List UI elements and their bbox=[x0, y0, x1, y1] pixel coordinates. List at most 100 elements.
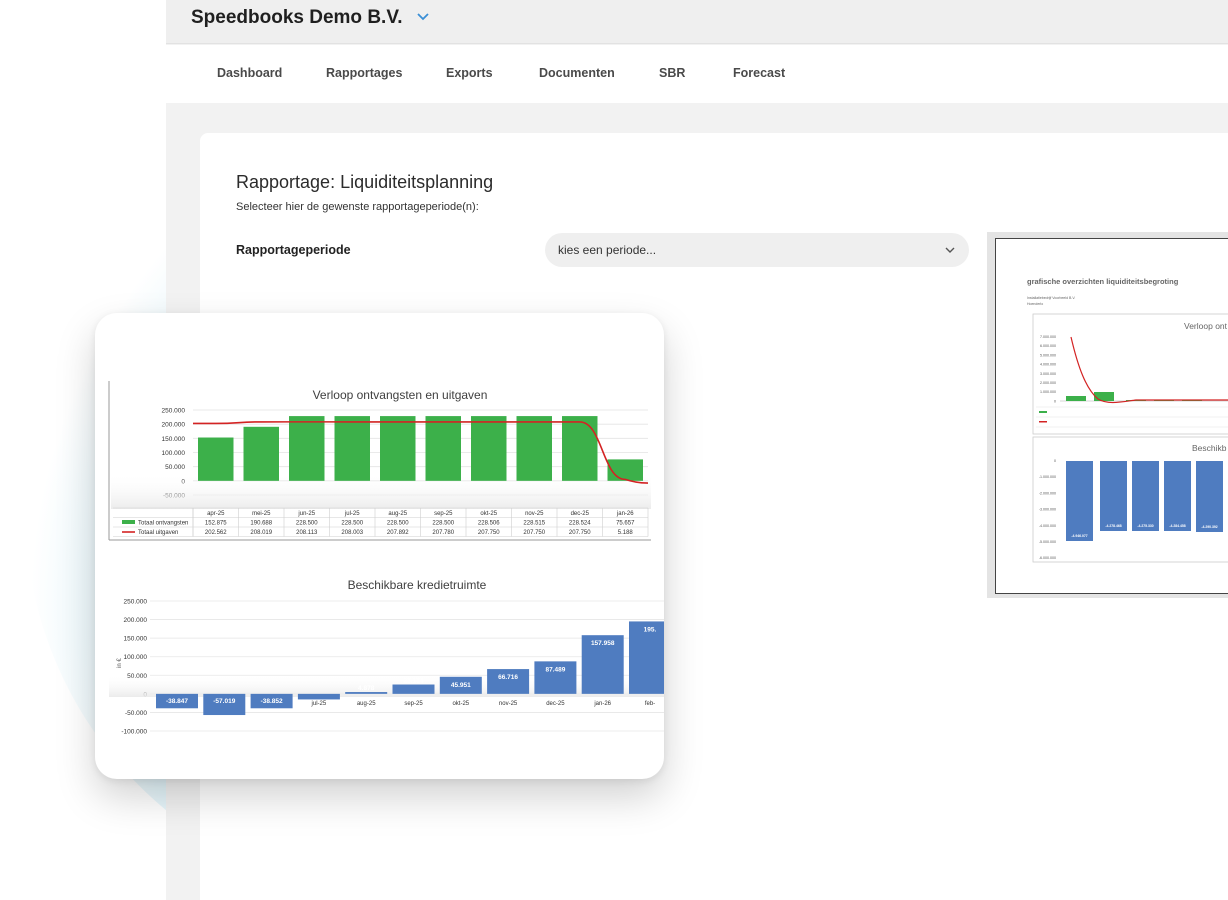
bar-kredietruimte bbox=[297, 693, 340, 700]
bar-ontvangsten bbox=[471, 416, 507, 481]
bar-ontvangsten bbox=[289, 416, 325, 481]
x-tick-label: aug-25 bbox=[388, 511, 407, 517]
preview-y-tick: -4.000.000 bbox=[1039, 524, 1056, 528]
x-tick-label: jun-25 bbox=[297, 511, 315, 517]
data-label: -38.847 bbox=[166, 698, 188, 705]
preview-bar bbox=[1132, 461, 1159, 531]
bar-kredietruimte bbox=[392, 684, 435, 694]
preview-bar bbox=[1066, 396, 1086, 401]
nav-documenten[interactable]: Documenten bbox=[539, 66, 615, 80]
company-name[interactable]: Speedbooks Demo B.V. bbox=[191, 7, 403, 29]
y-tick-label: 200.000 bbox=[162, 422, 186, 429]
y-tick-label: 200.000 bbox=[124, 617, 148, 624]
bar-ontvangsten bbox=[562, 416, 598, 481]
y-tick-label: 250.000 bbox=[162, 408, 186, 415]
preview-data-label: -4.278.468 bbox=[1105, 524, 1121, 528]
preview-y-tick: 7.000.000 bbox=[1040, 335, 1056, 339]
x-tick-label: apr-25 bbox=[207, 511, 225, 517]
table-cell: 207.750 bbox=[569, 530, 591, 536]
nav-exports[interactable]: Exports bbox=[446, 66, 493, 80]
table-cell: 190.688 bbox=[250, 521, 272, 527]
chart1-title: Verloop ontvangsten en uitgaven bbox=[313, 388, 488, 402]
chevron-down-icon bbox=[945, 247, 955, 253]
preview-y-tick: -2.000.000 bbox=[1039, 491, 1056, 495]
data-label: 195. bbox=[644, 626, 657, 633]
report-preview[interactable]: grafische overzichten liquiditeitsbegrot… bbox=[987, 232, 1228, 598]
x-tick-label: jul-25 bbox=[311, 701, 327, 707]
legend-label: Totaal ontvangsten bbox=[138, 521, 188, 527]
preview-y-tick: 4.000.000 bbox=[1040, 363, 1056, 367]
preview-meta-1: Installatiebedrijf Voorbeeld B.V. bbox=[1027, 296, 1075, 300]
data-label: 157.958 bbox=[591, 640, 615, 647]
preview-y-tick: 5.000.000 bbox=[1040, 353, 1056, 357]
table-cell: 5.188 bbox=[618, 530, 634, 536]
x-tick-label: mei-25 bbox=[252, 511, 271, 517]
legend-swatch-ontvangsten bbox=[122, 520, 135, 524]
preview-svg: grafische overzichten liquiditeitsbegrot… bbox=[1027, 277, 1228, 563]
preview-y-tick: 1.000.000 bbox=[1040, 390, 1056, 394]
bar-ontvangsten bbox=[425, 416, 461, 481]
x-tick-label: jan-26 bbox=[616, 511, 634, 517]
nav-sbr[interactable]: SBR bbox=[659, 66, 685, 80]
table-cell: 228.500 bbox=[387, 521, 409, 527]
bar-ontvangsten bbox=[198, 437, 234, 481]
x-tick-label: okt-25 bbox=[480, 511, 497, 517]
charts-svg: Verloop ontvangsten en uitgaven 250.000 2… bbox=[108, 381, 664, 736]
table-cell: 207.750 bbox=[478, 530, 500, 536]
table-cell: 208.019 bbox=[250, 530, 272, 536]
table-cell: 228.515 bbox=[523, 521, 545, 527]
preview-y-tick: 6.000.000 bbox=[1040, 344, 1056, 348]
x-tick-label: aug-25 bbox=[357, 701, 376, 707]
preview-bar bbox=[1066, 461, 1093, 541]
main-nav: Dashboard Rapportages Exports Documenten… bbox=[166, 45, 1228, 103]
bar-kredietruimte bbox=[487, 669, 530, 694]
preview-data-label: -4.284.458 bbox=[1169, 524, 1185, 528]
page-subtitle: Selecteer hier de gewenste rapportageper… bbox=[236, 201, 479, 213]
preview-page: grafische overzichten liquiditeitsbegrot… bbox=[995, 238, 1228, 594]
stage: Speedbooks Demo B.V. Dashboard Rapportag… bbox=[0, 0, 1228, 900]
table-cell: 228.500 bbox=[296, 521, 318, 527]
table-cell: 207.892 bbox=[387, 530, 409, 536]
bar-ontvangsten bbox=[243, 426, 279, 481]
chart2-title: Beschikbare kredietruimte bbox=[348, 578, 487, 592]
period-select-value: kies een periode... bbox=[558, 243, 657, 257]
preview-heading: grafische overzichten liquiditeitsbegrot… bbox=[1027, 277, 1179, 286]
bar-ontvangsten bbox=[607, 459, 643, 481]
table-cell: 228.506 bbox=[478, 521, 500, 527]
page-title: Rapportage: Liquiditeitsplanning bbox=[236, 172, 494, 192]
preview-y-tick: -5.000.000 bbox=[1039, 540, 1056, 544]
period-select[interactable]: kies een periode... bbox=[545, 233, 969, 267]
data-label: -57.019 bbox=[213, 698, 235, 705]
data-label: 4.878 bbox=[358, 685, 375, 692]
data-label: -38.852 bbox=[261, 698, 283, 705]
nav-dashboard[interactable]: Dashboard bbox=[217, 66, 282, 80]
y-tick-label: -50.000 bbox=[125, 710, 147, 717]
preview-y-tick: 2.000.000 bbox=[1040, 381, 1056, 385]
table-cell: 208.113 bbox=[296, 530, 318, 536]
top-bar: Speedbooks Demo B.V. bbox=[166, 0, 1228, 44]
preview-data-label: -4.946.077 bbox=[1071, 534, 1087, 538]
chart2-ylabel: in € bbox=[117, 658, 123, 668]
chevron-down-icon[interactable] bbox=[416, 12, 430, 22]
x-tick-label: nov-25 bbox=[525, 511, 544, 517]
y-tick-label: 250.000 bbox=[124, 599, 148, 606]
x-tick-label: okt-25 bbox=[452, 701, 469, 707]
data-label: 45.951 bbox=[451, 682, 471, 689]
nav-rapportages[interactable]: Rapportages bbox=[326, 66, 402, 80]
x-tick-label: jan-26 bbox=[593, 701, 611, 707]
bar-ontvangsten bbox=[380, 416, 416, 481]
preview-bar bbox=[1094, 392, 1114, 401]
y-tick-label: 100.000 bbox=[124, 654, 148, 661]
y-tick-label: 150.000 bbox=[162, 436, 186, 443]
table-cell: 152.875 bbox=[205, 521, 227, 527]
bar-ontvangsten bbox=[334, 416, 370, 481]
nav-forecast[interactable]: Forecast bbox=[733, 66, 785, 80]
preview-y-tick: -6.000.000 bbox=[1039, 556, 1056, 560]
data-label: 66.716 bbox=[498, 674, 518, 681]
table-cell: 202.562 bbox=[205, 530, 227, 536]
preview-chart1-title: Verloop ont bbox=[1184, 321, 1228, 331]
table-cell: 228.524 bbox=[569, 521, 591, 527]
preview-bar bbox=[1100, 461, 1127, 531]
chart-card: Verloop ontvangsten en uitgaven 250.000 2… bbox=[95, 313, 664, 779]
table-cell: 228.500 bbox=[341, 521, 363, 527]
